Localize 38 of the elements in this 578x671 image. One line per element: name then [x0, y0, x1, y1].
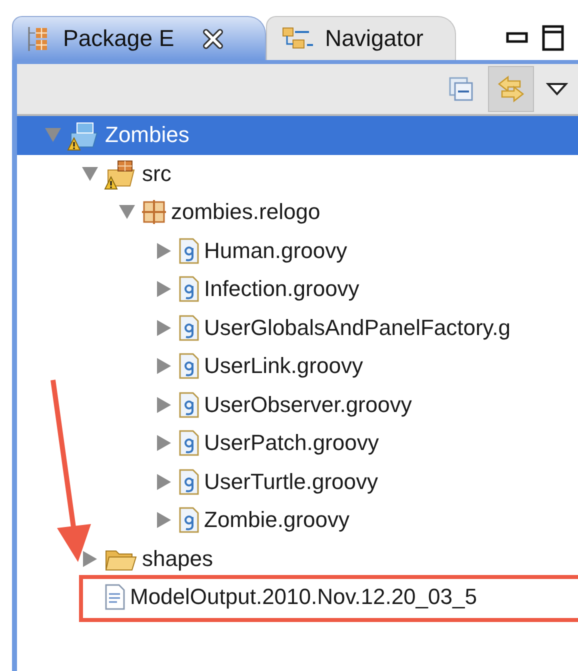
tab-label: Navigator — [325, 25, 424, 52]
tree-item[interactable]: Human.groovy — [204, 238, 348, 264]
tree-item[interactable]: UserObserver.groovy — [204, 392, 412, 418]
groovy-file-icon — [178, 236, 200, 265]
link-with-editor-button[interactable] — [488, 66, 534, 112]
tree-item[interactable]: UserGlobalsAndPanelFactory.g — [204, 314, 511, 341]
expanded-triangle-icon[interactable] — [117, 204, 137, 220]
view-tab[interactable]: Navigator — [266, 16, 456, 60]
tree-item[interactable]: Infection.groovy — [204, 276, 360, 302]
package-icon — [141, 199, 167, 226]
groovy-file-icon — [178, 468, 200, 496]
folder-tree-icon — [281, 26, 315, 52]
tree-item[interactable]: ModelOutput.2010.Nov.12.20_03_5 — [130, 584, 477, 610]
groovy-file-icon — [178, 506, 200, 534]
tree-item[interactable]: Zombie.groovy — [204, 507, 350, 534]
expanded-triangle-icon[interactable] — [80, 166, 100, 182]
tree-item[interactable]: src — [142, 160, 172, 187]
groovy-file-icon — [178, 314, 200, 342]
groovy-file-icon — [178, 352, 200, 380]
tree-item[interactable]: Zombies — [105, 122, 190, 148]
groovy-file-icon — [178, 275, 200, 304]
tab-label: Package E — [63, 25, 174, 52]
groovy-file-icon — [178, 390, 200, 419]
package-tree-icon — [27, 24, 49, 52]
groovy-file-icon — [178, 429, 200, 458]
collapse-all-icon[interactable] — [448, 76, 474, 102]
tree-item[interactable]: UserLink.groovy — [204, 353, 363, 380]
tree-item[interactable]: UserPatch.groovy — [204, 430, 379, 456]
view-menu-icon[interactable] — [546, 82, 568, 96]
tree-item[interactable]: UserTurtle.groovy — [204, 468, 378, 495]
minimize-icon[interactable] — [506, 32, 528, 44]
maximize-icon[interactable] — [542, 25, 564, 51]
close-icon[interactable] — [202, 28, 224, 50]
two-arrows-icon — [496, 74, 526, 104]
text-file-icon — [104, 583, 126, 612]
tree-item[interactable]: shapes — [142, 546, 213, 572]
tree-item[interactable]: zombies.relogo — [171, 199, 320, 226]
view-tab[interactable]: Package E — [12, 16, 266, 60]
